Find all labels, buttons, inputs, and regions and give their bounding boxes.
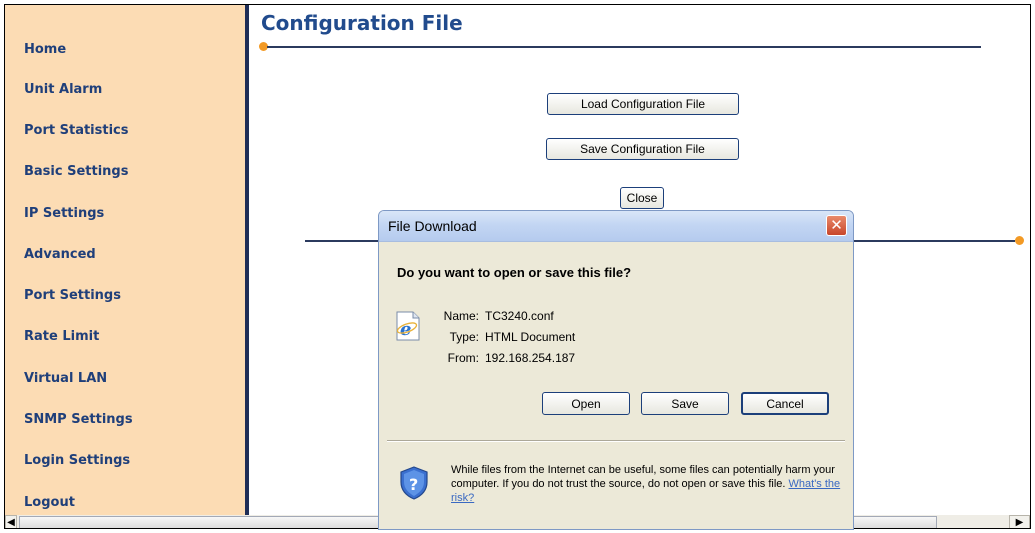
sidebar-item-unit-alarm[interactable]: Unit Alarm [24, 82, 102, 97]
page-title: Configuration File [261, 11, 463, 35]
sidebar-item-ip-settings[interactable]: IP Settings [24, 206, 104, 221]
save-button[interactable]: Save [641, 392, 729, 415]
sidebar-item-advanced[interactable]: Advanced [24, 247, 96, 262]
title-rule [267, 46, 981, 48]
open-button[interactable]: Open [542, 392, 630, 415]
orange-dot-bottom [1015, 236, 1024, 245]
sidebar-divider [245, 5, 249, 515]
scroll-left-arrow-icon[interactable]: ◀ [5, 515, 17, 528]
dialog-title: File Download [388, 218, 477, 234]
save-config-button[interactable]: Save Configuration File [546, 138, 739, 160]
type-label: Type: [449, 330, 479, 344]
from-label: From: [447, 351, 479, 365]
dialog-divider-highlight [387, 441, 845, 442]
from-value: 192.168.254.187 [485, 351, 576, 365]
file-download-dialog: File Download ✕ Do you want to open or s… [378, 210, 854, 530]
dialog-question: Do you want to open or save this file? [397, 265, 632, 280]
scroll-right-arrow-icon[interactable]: ▶ [1009, 515, 1030, 528]
svg-text:e: e [400, 319, 411, 340]
sidebar-item-port-statistics[interactable]: Port Statistics [24, 123, 128, 138]
sidebar-item-logout[interactable]: Logout [24, 495, 75, 510]
name-label: Name: [443, 309, 479, 323]
type-value: HTML Document [485, 330, 576, 344]
sidebar: Home Unit Alarm Port Statistics Basic Se… [5, 5, 245, 515]
dialog-titlebar[interactable]: File Download ✕ [379, 211, 853, 242]
security-shield-icon: ? [400, 466, 428, 500]
load-config-button[interactable]: Load Configuration File [547, 93, 739, 115]
warning-text: While files from the Internet can be use… [451, 464, 835, 490]
sidebar-item-snmp-settings[interactable]: SNMP Settings [24, 412, 133, 427]
sidebar-item-home[interactable]: Home [24, 42, 66, 57]
warning-message: While files from the Internet can be use… [451, 463, 841, 505]
close-button[interactable]: Close [620, 187, 664, 209]
sidebar-item-login-settings[interactable]: Login Settings [24, 453, 130, 468]
sidebar-item-rate-limit[interactable]: Rate Limit [24, 329, 99, 344]
ie-document-icon: e [396, 311, 420, 341]
sidebar-item-virtual-lan[interactable]: Virtual LAN [24, 371, 107, 386]
name-value: TC3240.conf [485, 309, 554, 323]
svg-text:?: ? [409, 475, 418, 494]
close-icon[interactable]: ✕ [826, 215, 847, 236]
sidebar-item-basic-settings[interactable]: Basic Settings [24, 164, 128, 179]
cancel-button[interactable]: Cancel [741, 392, 829, 415]
sidebar-item-port-settings[interactable]: Port Settings [24, 288, 121, 303]
